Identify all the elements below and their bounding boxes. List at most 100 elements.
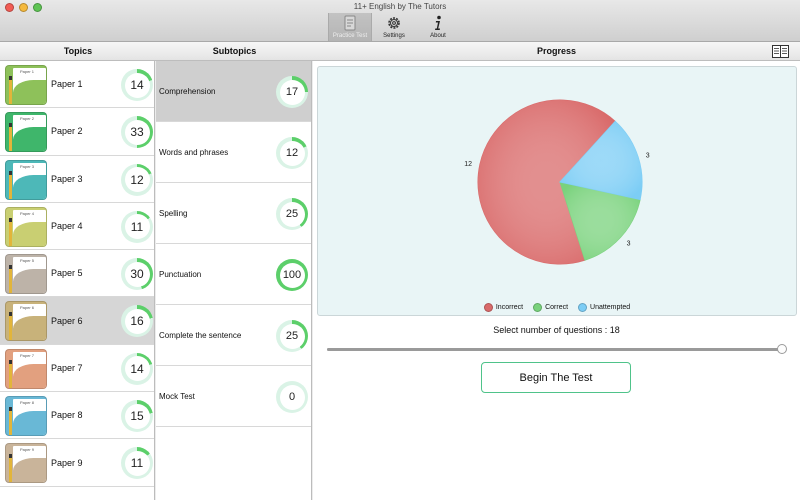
subtopic-label: Spelling: [159, 208, 188, 218]
paper-thumbnail-icon: Paper 7: [5, 348, 47, 389]
progress-ring: 11: [121, 447, 153, 480]
pie-chart: 12 3 3: [464, 99, 650, 265]
progress-header: Progress: [313, 42, 800, 61]
toolbar-settings-label: Settings: [383, 33, 405, 39]
progress-ring: 14: [121, 352, 153, 385]
progress-panel: 12 3 3 Incorrect Correct Unattempted Select …: [313, 61, 800, 500]
progress-ring-count: 17: [279, 79, 305, 105]
paper-thumbnail-icon: Paper 1: [5, 65, 47, 105]
topic-row[interactable]: Paper 6 Paper 6 16: [0, 297, 154, 345]
progress-ring-count: 14: [124, 356, 150, 382]
subtopic-row[interactable]: Words and phrases 12: [156, 122, 311, 183]
toolbar-about-button[interactable]: About: [416, 13, 460, 41]
question-count-label: Select number of questions : 18: [493, 325, 620, 335]
question-count-slider[interactable]: [327, 344, 787, 354]
toolbar-settings-button[interactable]: Settings: [372, 13, 416, 41]
progress-ring-count: 30: [124, 261, 150, 287]
subtopic-row[interactable]: Comprehension 17: [156, 61, 311, 122]
progress-ring: 11: [121, 210, 153, 243]
pie-value-label: 12: [464, 161, 472, 168]
progress-ring: 100: [276, 259, 308, 291]
legend-label: Incorrect: [495, 304, 524, 311]
progress-ring: 17: [276, 76, 308, 108]
topic-row[interactable]: Paper 8 Paper 8 15: [0, 392, 154, 440]
progress-ring: 33: [121, 116, 153, 149]
topic-label: Paper 2: [51, 126, 83, 137]
topics-list: Paper 1 Paper 1 14 Paper 2 Paper 2 33 Paper 3P…: [0, 61, 155, 500]
topic-row[interactable]: Paper 2 Paper 2 33: [0, 108, 154, 156]
progress-ring-count: 15: [124, 403, 150, 429]
subtopics-list: Comprehension 17 Words and phrases 12 Spelli…: [156, 61, 312, 500]
topic-row[interactable]: Paper 3 Paper 3 12: [0, 156, 154, 203]
progress-ring: 30: [121, 258, 153, 291]
subtopic-label: Words and phrases: [159, 147, 229, 157]
legend-label: Correct: [545, 304, 569, 311]
progress-ring-count: 100: [279, 262, 305, 288]
toolbar-practice-test-label: Practice Test: [332, 33, 368, 39]
subtopic-label: Complete the sentence: [159, 330, 242, 340]
progress-ring-count: 25: [279, 323, 305, 349]
topic-row[interactable]: Paper 7 Paper 7 14: [0, 345, 154, 393]
progress-ring-count: 33: [124, 119, 150, 145]
subtopic-row[interactable]: Mock Test 0: [156, 366, 311, 427]
legend-item: Correct: [533, 303, 568, 312]
paper-thumbnail-title: Paper 8: [20, 400, 35, 406]
topic-label: Paper 8: [51, 410, 83, 421]
topic-label: Paper 4: [51, 221, 83, 232]
window-title: 11+ English by The Tutors: [353, 2, 447, 11]
topic-label: Paper 3: [51, 173, 83, 184]
paper-thumbnail-icon: Paper 4: [5, 206, 47, 247]
subtopics-header: Subtopics: [156, 42, 313, 61]
progress-ring-count: 16: [124, 308, 150, 334]
progress-ring: 12: [276, 137, 308, 169]
progress-ring: 25: [276, 320, 308, 352]
topic-row[interactable]: Paper 4 Paper 4 11: [0, 203, 154, 251]
toolbar: Practice Test Settings About: [328, 13, 460, 41]
toolbar-practice-test-button[interactable]: Practice Test: [328, 13, 372, 41]
topics-header: Topics: [0, 42, 156, 61]
topic-label: Paper 6: [51, 315, 83, 326]
subtopic-row[interactable]: Punctuation 100: [156, 244, 311, 305]
progress-ring-count: 0: [279, 384, 305, 410]
slider-knob[interactable]: [777, 344, 787, 354]
book-icon[interactable]: [772, 45, 789, 58]
paper-thumbnail-title: Paper 7: [20, 352, 35, 358]
paper-thumbnail-title: Paper 3: [20, 163, 35, 169]
progress-ring-count: 12: [279, 140, 305, 166]
info-icon: [435, 15, 441, 30]
legend-label: Unattempted: [590, 304, 631, 311]
subtopic-label: Comprehension: [159, 86, 216, 96]
progress-ring-count: 14: [124, 72, 150, 98]
topic-row[interactable]: Paper 5 Paper 5 30: [0, 250, 154, 298]
topic-row[interactable]: Paper 9 Paper 9 11: [0, 439, 154, 487]
practice-test-icon: [344, 15, 356, 31]
pie-value-label: 3: [627, 241, 631, 248]
topic-row[interactable]: Paper 1 Paper 1 14: [0, 61, 154, 109]
progress-ring: 15: [121, 400, 153, 433]
paper-thumbnail-title: Paper 6: [20, 305, 35, 311]
subtopic-row[interactable]: Complete the sentence 25: [156, 305, 311, 366]
progress-ring: 16: [121, 305, 153, 338]
paper-thumbnail-icon: Paper 6: [5, 301, 47, 342]
legend-swatch-icon: [533, 303, 543, 312]
paper-thumbnail-title: Paper 1: [20, 69, 35, 74]
subtopic-label: Punctuation: [159, 269, 202, 279]
subtopic-row[interactable]: Spelling 25: [156, 183, 311, 244]
paper-thumbnail-title: Paper 2: [20, 116, 35, 122]
topic-label: Paper 7: [51, 362, 83, 373]
topic-label: Paper 5: [51, 268, 83, 279]
progress-ring-count: 25: [279, 201, 305, 227]
paper-thumbnail-title: Paper 5: [20, 258, 35, 264]
progress-ring-count: 11: [124, 214, 150, 240]
pie-chart-panel: 12 3 3 Incorrect Correct Unattempted: [317, 66, 797, 316]
topic-label: Paper 1: [51, 79, 83, 90]
pie-value-label: 3: [646, 153, 650, 160]
legend-swatch-icon: [578, 303, 588, 312]
begin-test-button[interactable]: Begin The Test: [481, 362, 631, 393]
paper-thumbnail-icon: Paper 2: [5, 112, 47, 153]
progress-ring: 14: [121, 69, 153, 101]
paper-thumbnail-icon: Paper 8: [5, 396, 47, 437]
progress-ring-count: 12: [124, 167, 150, 193]
progress-ring: 25: [276, 198, 308, 230]
topic-label: Paper 9: [51, 457, 83, 468]
